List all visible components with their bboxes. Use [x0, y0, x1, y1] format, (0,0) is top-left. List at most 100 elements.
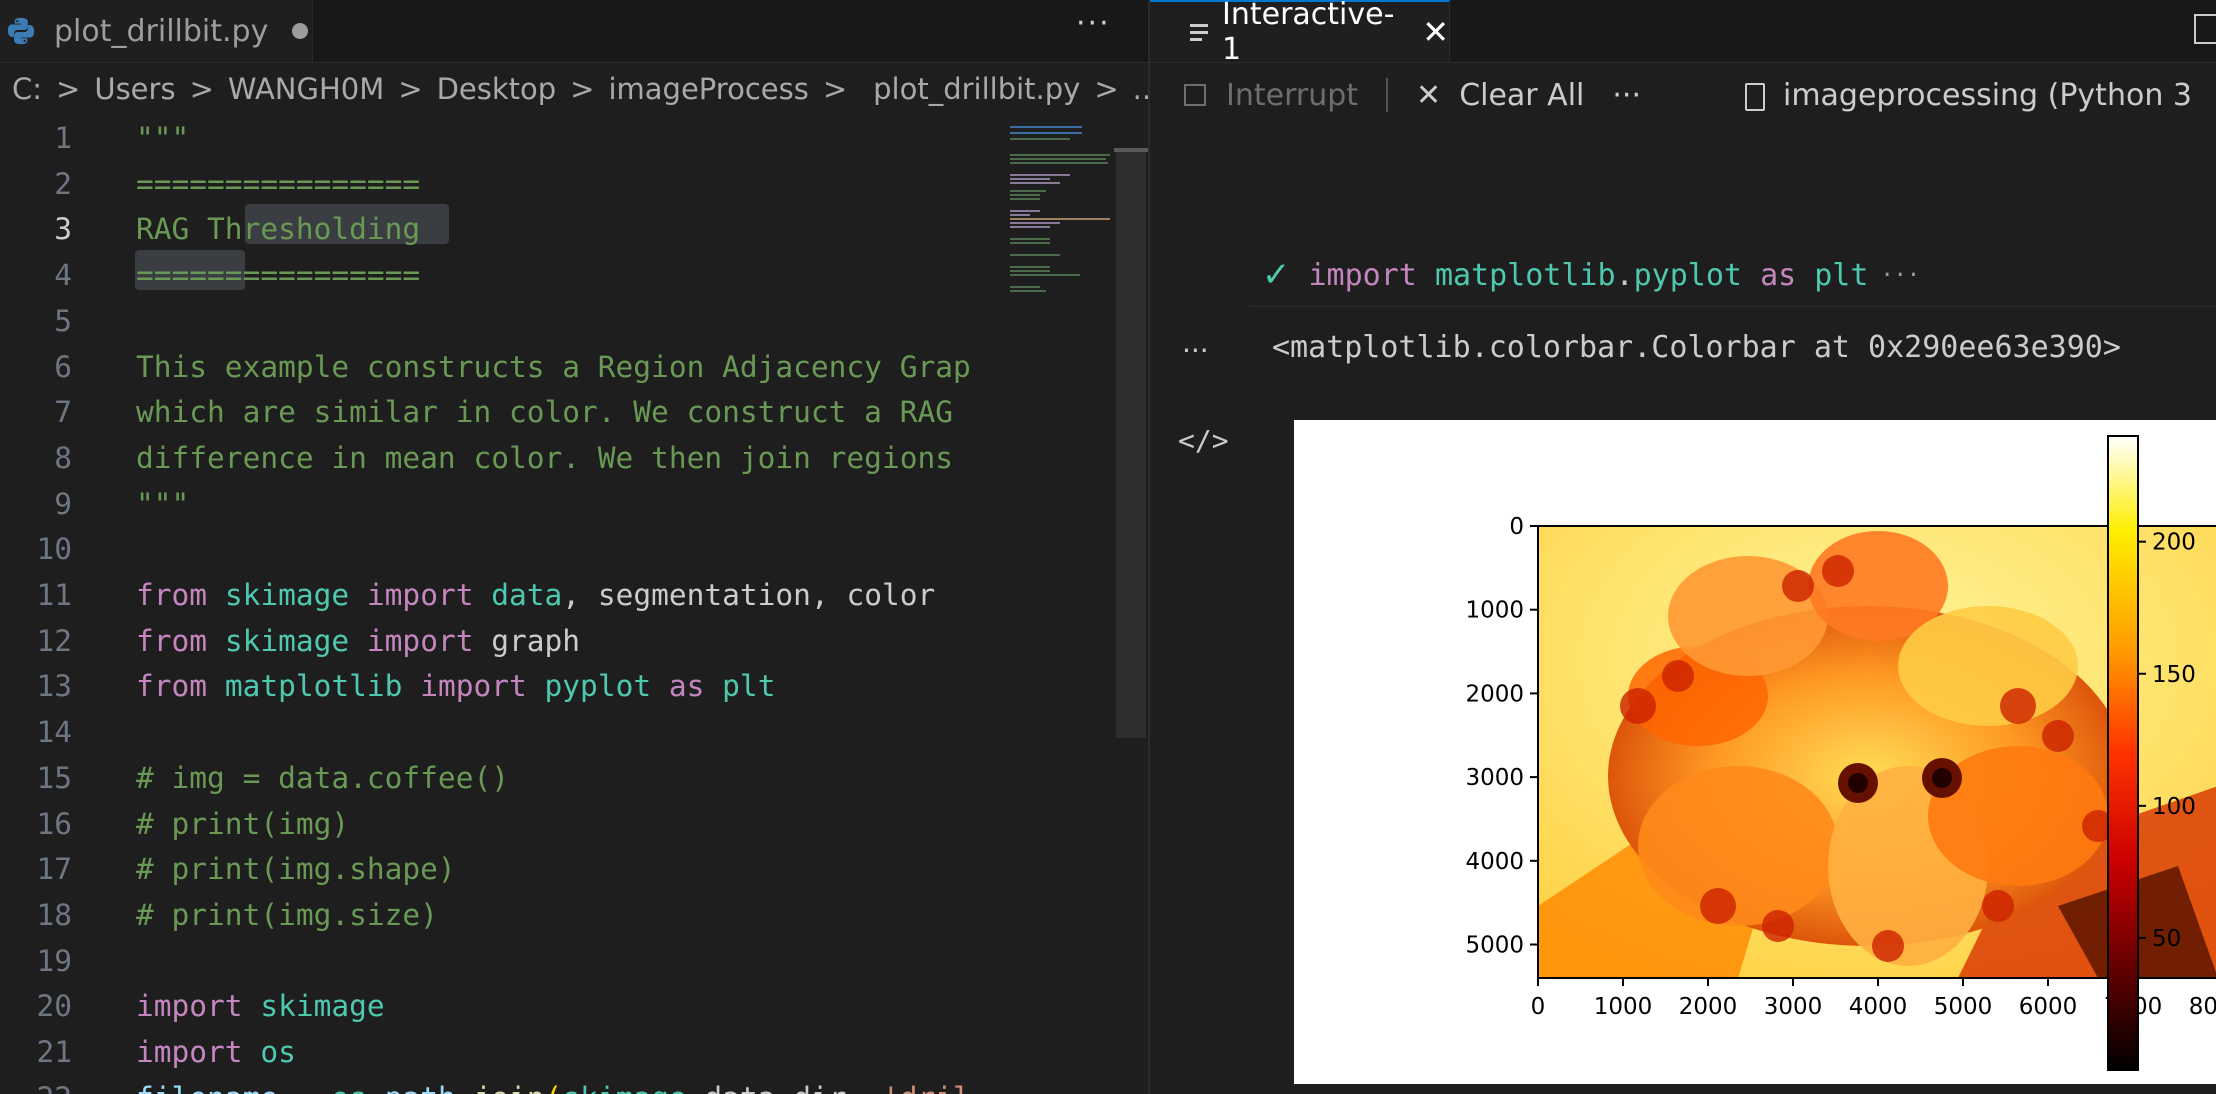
code-token: import [420, 669, 527, 704]
line-number: 4 [54, 258, 72, 293]
tab-plot-drillbit[interactable]: plot_drillbit.py [0, 0, 313, 62]
executed-cell[interactable]: ✓ import matplotlib.pyplot as plt ··· [1250, 244, 2216, 307]
unsaved-dot-icon[interactable] [292, 23, 309, 39]
cell-ellipsis[interactable]: ··· [1880, 263, 1920, 288]
code-token: difference in mean color. We then join r… [136, 440, 953, 475]
code-token: This example constructs a Region Adjacen… [136, 349, 971, 384]
code-token: ( [545, 1081, 563, 1094]
code-token: import [366, 578, 474, 612]
code-token: , segmentation, color [562, 578, 936, 612]
code-token: os [331, 1081, 367, 1094]
code-token: """ [136, 486, 190, 521]
code-token: 'dril [882, 1081, 971, 1094]
y-tick-label: 1000 [1465, 598, 1524, 624]
line-number: 5 [54, 303, 72, 338]
breadcrumb: C: > Users > WANGH0M > Desktop > imageProcess > pl… [0, 62, 1160, 116]
code-text: from skimage import data, segmentation, … [136, 573, 935, 618]
line-number: 12 [36, 623, 72, 658]
close-icon[interactable]: ✕ [1422, 13, 1449, 51]
line-number: 21 [36, 1035, 72, 1069]
code-text: ================ [136, 253, 420, 298]
breadcrumb-item[interactable]: WANGH0M [228, 72, 384, 106]
code-toggle-icon[interactable]: </> [1178, 424, 1229, 457]
code-text: # img = data.coffee() [136, 756, 509, 801]
split-editor-icon[interactable] [2194, 14, 2216, 44]
colorbar-tick-label: 200 [2152, 530, 2196, 556]
line-number: 14 [36, 715, 72, 750]
breadcrumb-item[interactable]: Desktop [437, 72, 557, 106]
code-token: which are similar in color. We construct… [136, 395, 953, 430]
breadcrumb-item[interactable]: Users [94, 72, 175, 106]
code-token: from [136, 578, 208, 612]
line-number: 13 [36, 669, 72, 704]
interrupt-button[interactable]: Interrupt [1226, 78, 1358, 113]
code-editor[interactable]: 1 """ 2 ================ 3 RAG Thresholding 4 =… [0, 118, 1000, 1094]
x-tick-label: 8000 [2189, 994, 2216, 1020]
y-tick-label: 2000 [1465, 681, 1524, 707]
code-token: """ [136, 121, 190, 155]
code-token: . [1615, 257, 1634, 293]
editor-more-actions-button[interactable]: ··· [1076, 6, 1111, 41]
code-text: # print(img.shape) [136, 847, 456, 892]
line-number: 15 [36, 760, 72, 795]
line-number: 6 [54, 349, 72, 384]
breadcrumb-item[interactable]: imageProcess [608, 72, 808, 106]
code-token: plt [722, 669, 776, 704]
output-more-button[interactable]: ··· [1182, 334, 1209, 367]
y-tick-label: 5000 [1465, 933, 1524, 959]
x-tick-label: 6000 [2019, 994, 2078, 1020]
code-token: # print(img.size) [136, 897, 438, 932]
code-text: RAG Thresholding [136, 207, 420, 252]
plot-output: 010002000300040005000600070008000 010002… [1294, 420, 2216, 1084]
line-number: 19 [36, 943, 72, 978]
code-token: # print(img) [136, 806, 350, 841]
breadcrumb-item[interactable]: plot_drillbit.py [873, 72, 1080, 106]
toolbar-more-button[interactable]: ··· [1612, 78, 1641, 113]
colorbar [2107, 435, 2139, 1071]
code-token: plt [1814, 257, 1869, 293]
colorbar-tick-label: 100 [2152, 794, 2196, 820]
code-token: data [491, 578, 563, 612]
heatmap-plot: 010002000300040005000600070008000 010002… [1465, 435, 2216, 1071]
editor-scrollbar[interactable] [1114, 118, 1148, 1094]
line-number: 22 [0, 1076, 72, 1094]
line-number: 20 [36, 989, 72, 1024]
y-tick-label: 3000 [1465, 765, 1524, 791]
code-token: matplotlib [1434, 257, 1616, 293]
minimap[interactable] [1002, 118, 1112, 1094]
code-token: skimage [260, 989, 385, 1024]
code-token: pyplot [544, 669, 652, 704]
code-token: from [136, 623, 208, 658]
code-text: which are similar in color. We construct… [136, 390, 953, 435]
tab-interactive-1[interactable]: Interactive-1 ✕ [1150, 0, 1450, 67]
line-number: 2 [54, 166, 72, 201]
clear-all-button[interactable]: Clear All [1459, 78, 1584, 113]
kernel-picker[interactable]: imageprocessing (Python 3 [1783, 78, 2192, 113]
breadcrumb-chevron-icon: > [1094, 72, 1119, 106]
code-token: = [278, 1081, 331, 1094]
scrollbar-thumb[interactable] [1116, 148, 1146, 738]
line-number: 11 [36, 578, 72, 612]
interactive-pane: Interactive-1 ✕ Interrupt ✕ Clear All ··… [1150, 0, 2216, 1094]
x-tick-label: 2000 [1679, 994, 1738, 1020]
x-tick-label: 4000 [1849, 994, 1908, 1020]
tab-label: Interactive-1 [1222, 0, 1395, 67]
interrupt-icon [1184, 84, 1206, 106]
code-token: skimage [224, 578, 350, 612]
toolbar-separator [1386, 78, 1389, 112]
breadcrumb-item[interactable]: C: [12, 72, 42, 106]
code-token: join [474, 1081, 545, 1094]
list-icon [1190, 23, 1208, 41]
code-token: os [260, 1035, 296, 1069]
y-tick-label: 0 [1509, 514, 1524, 540]
